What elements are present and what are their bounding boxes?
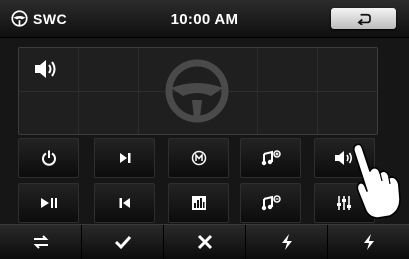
swc-label: SWC (33, 10, 68, 27)
volume-up-icon (334, 151, 352, 165)
mode-button[interactable] (168, 138, 229, 178)
cross-icon (197, 234, 212, 250)
volume-up-button[interactable] (314, 138, 375, 178)
skip-next-icon (119, 153, 130, 163)
confirm-button[interactable] (82, 225, 164, 259)
cancel-button[interactable] (164, 225, 246, 259)
steering-wheel-icon (11, 10, 28, 27)
sliders-icon (336, 196, 351, 210)
previous-track-button[interactable] (94, 183, 155, 223)
swap-arrows-icon (33, 235, 48, 249)
steering-wheel-icon (165, 59, 229, 123)
skip-previous-icon (119, 198, 130, 208)
lightning-icon (363, 234, 374, 250)
music-note-minus-icon (261, 195, 281, 211)
check-icon (114, 235, 131, 250)
bar-chart-icon (191, 196, 206, 210)
speaker-volume-icon[interactable] (33, 58, 61, 80)
return-arrow-icon (356, 13, 371, 25)
control-grid (18, 138, 409, 224)
next-track-button[interactable] (94, 138, 155, 178)
swc-logo: SWC (11, 10, 67, 27)
steering-wheel-panel (18, 47, 378, 135)
eq-settings-button[interactable] (314, 183, 375, 223)
play-pause-button[interactable] (18, 183, 79, 223)
play-pause-icon (40, 198, 57, 208)
lightning-button-2[interactable] (328, 225, 409, 259)
header-bar: SWC 10:00 AM (0, 0, 409, 38)
back-button[interactable] (331, 8, 396, 29)
music-note-plus-icon (261, 150, 281, 166)
bottom-bar (0, 224, 409, 259)
music-up-button[interactable] (240, 138, 301, 178)
swap-button[interactable] (0, 225, 82, 259)
mode-m-icon (191, 150, 206, 166)
lightning-button-1[interactable] (246, 225, 328, 259)
equalizer-button[interactable] (168, 183, 229, 223)
music-down-button[interactable] (240, 183, 301, 223)
lightning-icon (281, 234, 292, 250)
power-button[interactable] (18, 138, 79, 178)
power-icon (41, 150, 56, 166)
